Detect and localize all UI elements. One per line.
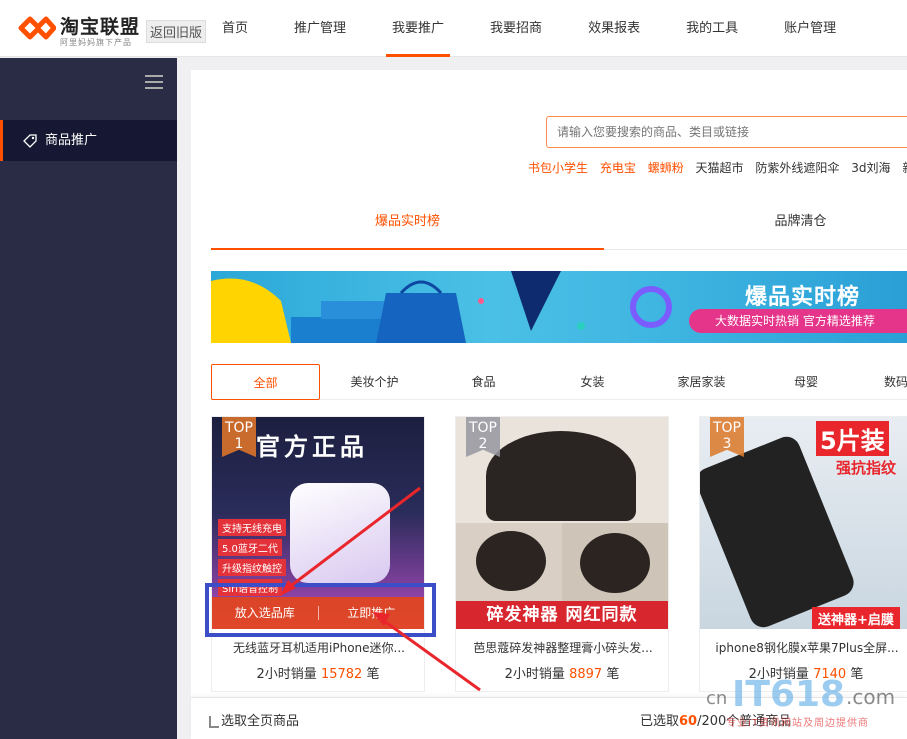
feature-tag: 5.0蓝牙二代 [218,539,282,556]
search-input[interactable] [546,116,907,148]
earbuds-case-illustration [290,483,390,583]
feature-tag: 升级指纹触控 [218,559,286,576]
product-sales: 2小时销量 8897 笔 [456,663,668,682]
sidebar-item-product-promotion[interactable]: 商品推广 [0,120,177,161]
hot-word[interactable]: 充电宝 [600,161,636,175]
product-name[interactable]: 无线蓝牙耳机适用iPhone迷你... [222,639,416,656]
hot-word[interactable]: 天猫超市 [696,161,744,175]
logo-mark-icon [18,16,56,40]
tab-brand-clearance[interactable]: 品牌清仓 [604,206,907,250]
product-image-text-2: 强抗指纹 [836,459,897,477]
category-filter: 全部 美妆个护 食品 女装 家居家装 母婴 数码 [211,364,907,400]
select-all-page-button[interactable]: 选取全页商品 [209,710,299,729]
tab-hot-ranking[interactable]: 爆品实时榜 [211,206,604,250]
hamburger-icon[interactable] [145,75,163,89]
nav-item-promotion-management[interactable]: 推广管理 [282,0,358,57]
product-image-text-3: 送神器+启膜 [812,607,900,629]
product-sales: 2小时销量 7140 笔 [700,663,907,682]
hair-bun [476,531,546,591]
logo[interactable]: 淘宝联盟 阿里妈妈旗下产品 [18,12,148,47]
top-bar: 淘宝联盟 阿里妈妈旗下产品 返回旧版 首页 推广管理 我要推广 我要招商 效果报… [0,0,907,57]
category-beauty[interactable]: 美妆个护 [320,364,429,400]
product-image-text: 碎发神器 网红同款 [456,601,668,629]
rank-badge: TOP 2 [466,417,500,457]
hot-word[interactable]: 3d刘海 [851,161,890,175]
main-content: 书包小学生 充电宝 螺蛳粉 天猫超市 防紫外线遮阳伞 3d刘海 新款 爆品实时榜… [191,70,907,739]
sales-label: 2小时销量 [256,667,317,682]
sales-unit: 笔 [606,667,620,682]
sales-label: 2小时销量 [748,667,809,682]
add-to-selection-button[interactable]: 放入选品库 [212,597,318,629]
ranking-tabs: 爆品实时榜 品牌清仓 [211,206,907,250]
product-action-bar: 放入选品库 立即推广 [212,597,424,629]
category-baby[interactable]: 母婴 [756,364,856,400]
checkbox-icon[interactable] [209,715,219,728]
sales-count: 15782 [320,667,363,682]
category-digital[interactable]: 数码 [884,364,907,400]
banner-subtitle: 大数据实时热销 官方精选推荐 [689,309,907,333]
selected-count: 已选取60/200个普通商品 [640,710,791,729]
promo-banner[interactable]: 爆品实时榜 大数据实时热销 官方精选推荐 [211,271,907,343]
nav-item-my-tools[interactable]: 我的工具 [674,0,750,57]
nav-item-account[interactable]: 账户管理 [772,0,848,57]
hot-word[interactable]: 新款 [902,161,907,175]
category-all[interactable]: 全部 [211,364,320,400]
hot-words: 书包小学生 充电宝 螺蛳粉 天猫超市 防紫外线遮阳伞 3d刘海 新款 [528,159,907,176]
category-women[interactable]: 女装 [538,364,647,400]
product-card[interactable]: 5片装 强抗指纹 送神器+启膜 TOP 3 iphone8钢化膜x苹果7Plus… [699,416,907,692]
hot-word[interactable]: 防紫外线遮阳伞 [755,161,839,175]
sales-count: 7140 [813,667,847,682]
sales-count: 8897 [569,667,603,682]
nav-item-home[interactable]: 首页 [210,0,260,57]
logo-title: 淘宝联盟 [60,16,141,38]
rank-badge: TOP 3 [710,417,744,457]
phone-illustration [700,432,858,629]
tag-icon [23,133,37,148]
nav-item-i-want-to-promote[interactable]: 我要推广 [380,0,456,57]
sidebar-item-label: 商品推广 [45,133,98,148]
bottom-action-bar: 选取全页商品 已选取60/200个普通商品 [191,697,907,739]
logo-subtitle: 阿里妈妈旗下产品 [60,38,132,47]
feature-tag: 支持无线充电 [218,519,286,536]
select-all-label: 选取全页商品 [221,714,300,729]
product-sales: 2小时销量 15782 笔 [212,663,424,682]
sales-unit: 笔 [366,667,380,682]
product-image-text: 5片装 [816,421,889,456]
nav-item-merchant-recruit[interactable]: 我要招商 [478,0,554,57]
rank-badge: TOP 1 [222,417,256,457]
feature-list: 支持无线充电 5.0蓝牙二代 升级指纹触控 Siri语音控制 [218,519,286,596]
main-nav: 首页 推广管理 我要推广 我要招商 效果报表 我的工具 账户管理 [210,0,870,57]
hair-photo-right [562,523,668,601]
product-card[interactable]: 碎发神器 网红同款 TOP 2 芭思蔻碎发神器整理膏小碎头发... 2小时销量 … [455,416,669,692]
selected-suffix: /200个普通商品 [697,714,792,729]
product-image[interactable]: 碎发神器 网红同款 TOP 2 [456,417,668,629]
category-food[interactable]: 食品 [429,364,538,400]
back-old-version-button[interactable]: 返回旧版 [146,20,207,43]
product-card[interactable]: 官方正品 支持无线充电 5.0蓝牙二代 升级指纹触控 Siri语音控制 TOP … [211,416,425,692]
product-image-text: 官方正品 [256,433,368,461]
sales-label: 2小时销量 [504,667,565,682]
selected-number: 60 [679,714,698,729]
category-home[interactable]: 家居家装 [647,364,756,400]
hair-photo-top [486,431,636,521]
banner-title: 爆品实时榜 [745,285,861,310]
tab-active-indicator [211,248,604,250]
promote-now-button[interactable]: 立即推广 [319,597,425,629]
feature-tag: Siri语音控制 [218,579,283,596]
selected-prefix: 已选取 [640,714,680,729]
hair-bun [580,533,650,593]
nav-item-reports[interactable]: 效果报表 [576,0,652,57]
hot-word[interactable]: 书包小学生 [528,161,588,175]
product-name[interactable]: iphone8钢化膜x苹果7Plus全屏... [710,639,904,656]
product-name[interactable]: 芭思蔻碎发神器整理膏小碎头发... [466,639,660,656]
hair-photo-left [456,523,562,601]
product-image[interactable]: 5片装 强抗指纹 送神器+启膜 TOP 3 [700,417,907,629]
sidebar: 商品推广 [0,58,177,739]
product-image[interactable]: 官方正品 支持无线充电 5.0蓝牙二代 升级指纹触控 Siri语音控制 TOP … [212,417,424,629]
sales-unit: 笔 [850,667,864,682]
hot-word[interactable]: 螺蛳粉 [648,161,684,175]
